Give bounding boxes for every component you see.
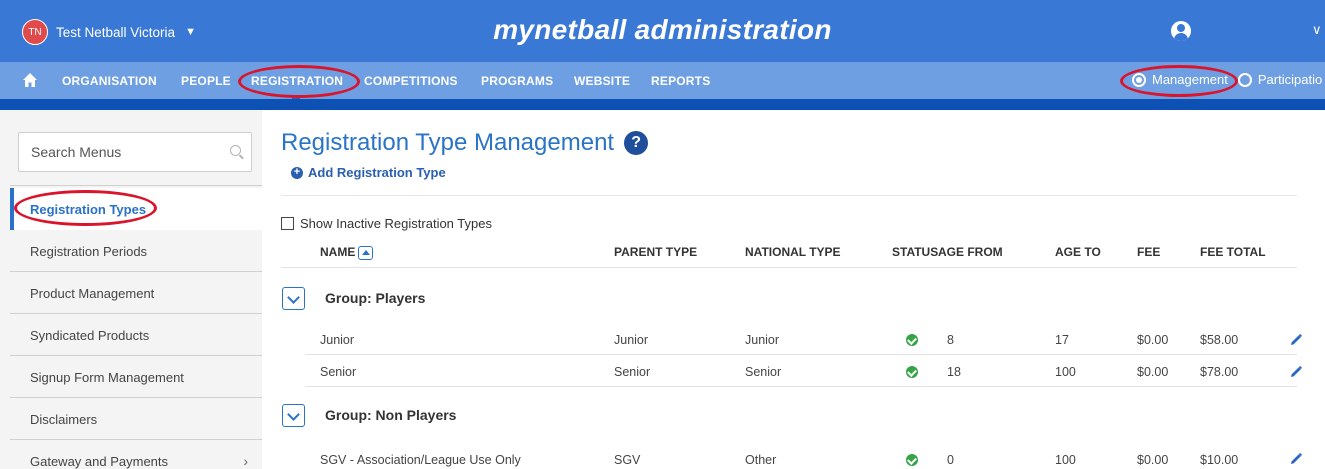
row-divider [305,386,1297,387]
column-header-fee-total[interactable]: FEE TOTAL [1200,245,1266,259]
group-label-non-players: Group: Non Players [325,407,457,423]
sort-ascending-icon[interactable] [358,245,374,260]
page-title: Registration Type Management ? [281,129,649,157]
column-header-age-to[interactable]: AGE TO [1055,245,1101,259]
cell-age-to: 17 [1055,333,1069,347]
row-divider [305,354,1297,355]
edit-pencil-icon[interactable] [1289,333,1303,347]
org-avatar: TN [22,19,48,45]
user-circle-icon[interactable] [1171,21,1191,41]
page-title-text: Registration Type Management [281,129,615,156]
cell-fee: $0.00 [1137,453,1169,467]
edit-pencil-icon[interactable] [1289,365,1303,379]
title-divider [281,195,1297,196]
chevron-down-icon: ▼ [185,26,196,38]
cell-national-type: Junior [745,333,780,347]
sidebar-item-label: Product Management [30,285,155,301]
column-header-age-from[interactable]: AGE FROM [938,245,1003,259]
sidebar-item-label: Gateway and Payments [30,453,169,469]
cell-age-to: 100 [1055,453,1076,467]
sidebar-item-gateway-payments[interactable]: Gateway and Payments › [10,440,262,469]
mode-management-label[interactable]: Management [1152,72,1228,87]
cell-age-from: 8 [947,333,954,347]
home-icon[interactable] [22,72,38,88]
sidebar-item-signup-form[interactable]: Signup Form Management [10,356,262,398]
cell-age-from: 18 [947,365,961,379]
nav-reports[interactable]: REPORTS [651,74,710,88]
column-header-status[interactable]: STATUS [892,245,938,259]
radio-participation[interactable] [1237,72,1252,87]
cell-fee-total: $78.00 [1200,365,1239,379]
sidebar-divider [10,185,262,186]
column-header-name[interactable]: NAME [320,245,374,260]
group-collapse-toggle[interactable] [282,404,305,427]
nav-organisation[interactable]: ORGANISATION [62,74,157,88]
plus-circle-icon: + [291,166,303,179]
cell-age-to: 100 [1055,365,1076,379]
main-nav: ORGANISATION PEOPLE REGISTRATION COMPETI… [0,62,1325,99]
chevron-right-icon: › [243,453,248,469]
mode-participation-label[interactable]: Participatio [1258,72,1322,87]
column-header-parent-type[interactable]: PARENT TYPE [614,245,697,259]
cell-parent-type: Junior [614,333,649,347]
org-switcher[interactable]: TN Test Netball Victoria ▼ [22,19,196,45]
show-inactive-label[interactable]: Show Inactive Registration Types [300,216,492,231]
sidebar-item-disclaimers[interactable]: Disclaimers [10,398,262,440]
cell-age-from: 0 [947,453,954,467]
nav-people[interactable]: PEOPLE [181,74,231,88]
show-inactive-checkbox[interactable] [281,217,294,230]
sidebar: Registration Types Registration Periods … [0,110,262,469]
cell-name: Junior [320,333,355,347]
radio-management[interactable] [1132,72,1146,87]
cell-fee-total: $58.00 [1200,333,1239,347]
sidebar-item-registration-types[interactable]: Registration Types [10,188,262,230]
show-inactive-toggle: Show Inactive Registration Types [281,216,492,231]
column-header-label: NAME [320,245,356,259]
sidebar-item-product-management[interactable]: Product Management [10,272,262,314]
cell-national-type: Other [745,453,777,467]
search-input[interactable] [19,133,219,171]
sidebar-item-label: Registration Types [30,201,147,217]
sidebar-item-registration-periods[interactable]: Registration Periods [10,230,262,272]
status-active-icon [906,366,918,378]
chevron-down-icon[interactable]: ∨ [1312,22,1322,38]
nav-website[interactable]: WEBSITE [574,74,630,88]
status-active-icon [906,334,918,346]
mode-switch: Management Participatio [1132,72,1322,87]
app-title: mynetball administration [493,14,832,45]
help-icon[interactable]: ? [624,131,649,155]
add-registration-type-button[interactable]: + Add Registration Type [291,165,446,180]
sidebar-item-syndicated-products[interactable]: Syndicated Products [10,314,262,356]
cell-parent-type: Senior [614,365,651,379]
edit-pencil-icon[interactable] [1289,452,1303,466]
top-bar: TN Test Netball Victoria ▼ mynetball adm… [0,0,1325,62]
sidebar-item-label: Disclaimers [30,411,98,427]
group-collapse-toggle[interactable] [282,287,305,310]
cell-fee: $0.00 [1137,333,1169,347]
nav-competitions[interactable]: COMPETITIONS [364,74,458,88]
table-header-divider [281,267,1297,268]
sidebar-item-label: Registration Periods [30,243,148,259]
nav-programs[interactable]: PROGRAMS [481,74,553,88]
cell-parent-type: SGV [614,453,641,467]
cell-fee: $0.00 [1137,365,1169,379]
status-active-icon [906,454,918,466]
column-header-national-type[interactable]: NATIONAL TYPE [745,245,841,259]
nav-registration[interactable]: REGISTRATION [251,74,343,88]
cell-name: SGV - Association/League Use Only [320,453,521,467]
sidebar-item-label: Signup Form Management [30,369,184,385]
cell-name: Senior [320,365,357,379]
cell-national-type: Senior [745,365,782,379]
search-box [18,132,252,172]
group-label-players: Group: Players [325,290,426,306]
add-registration-type-label: Add Registration Type [308,165,446,180]
header-divider [0,99,1325,110]
org-name: Test Netball Victoria [56,24,176,40]
column-header-fee[interactable]: FEE [1137,245,1160,259]
search-icon [230,145,241,156]
cell-fee-total: $10.00 [1200,453,1239,467]
sidebar-item-label: Syndicated Products [30,327,150,343]
